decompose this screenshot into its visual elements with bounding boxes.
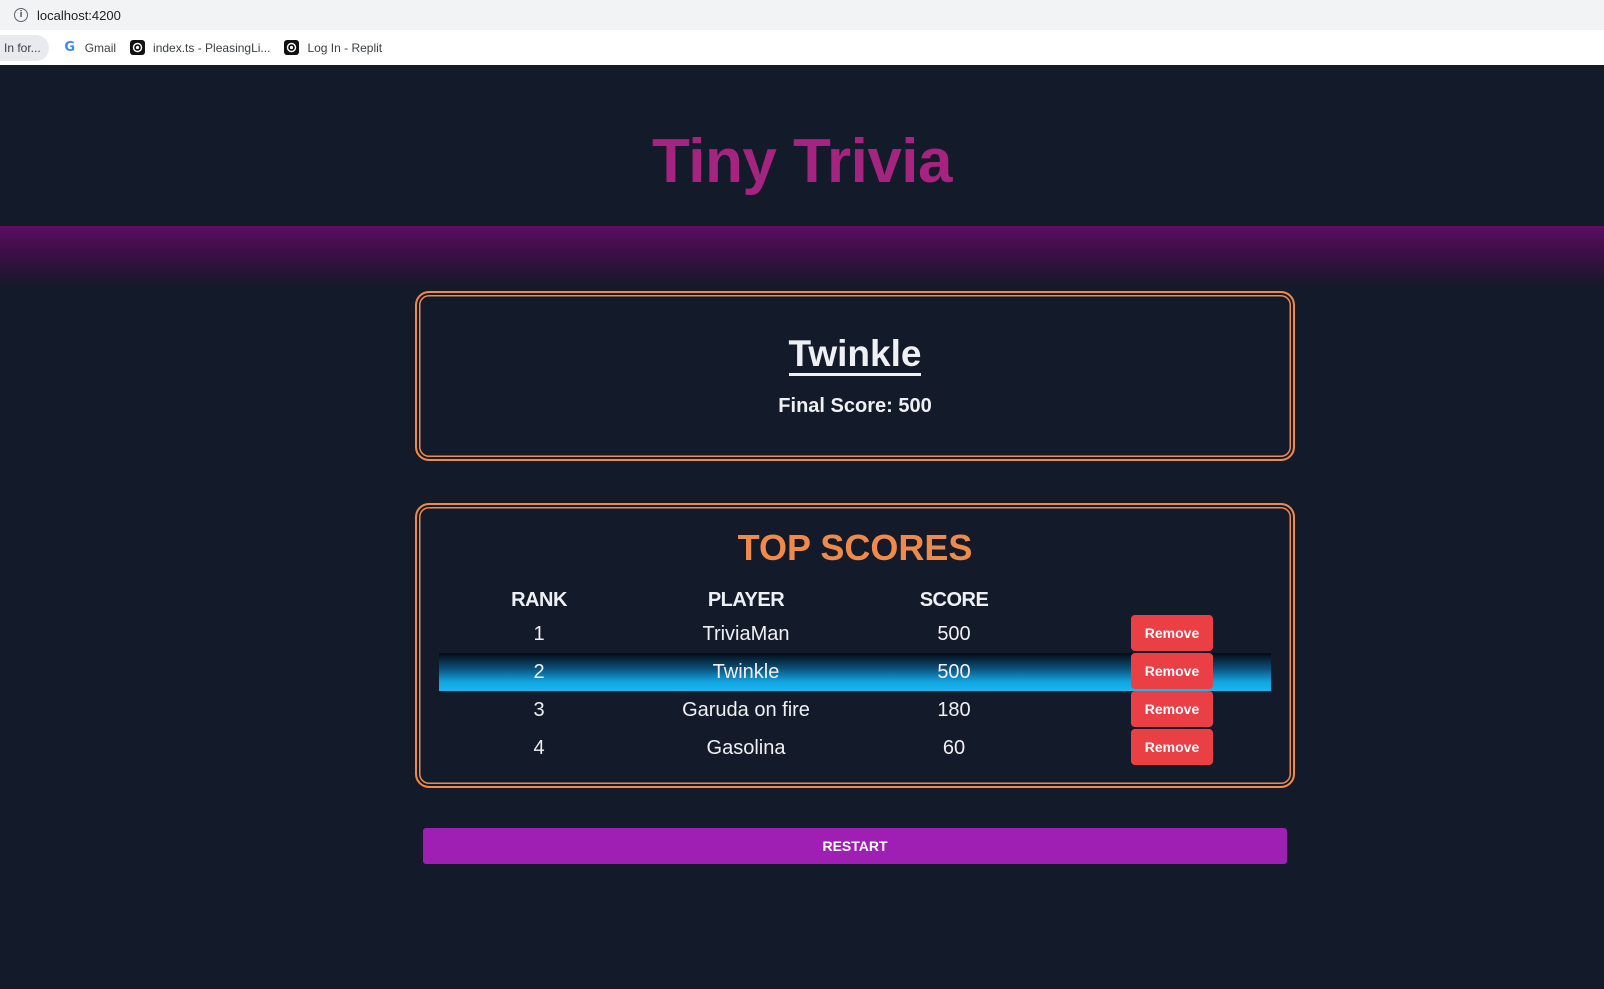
bookmark-label: In for... bbox=[4, 40, 41, 55]
bookmark-item[interactable]: In for... bbox=[0, 34, 49, 61]
bookmarks-bar: In for... G Gmail index.ts - PleasingLi.… bbox=[0, 30, 1604, 65]
column-header-player: PLAYER bbox=[707, 589, 785, 611]
remove-button[interactable]: Remove bbox=[1131, 615, 1213, 651]
score-row: 4 Gasolina 60 Remove bbox=[439, 729, 1271, 767]
app-title: Tiny Trivia bbox=[651, 127, 953, 196]
final-score: Final Score: 500 bbox=[778, 395, 932, 417]
remove-button[interactable]: Remove bbox=[1131, 691, 1213, 727]
player-cell: Gasolina bbox=[706, 737, 786, 759]
bookmark-label: Gmail bbox=[84, 40, 117, 55]
google-icon: G bbox=[64, 40, 76, 55]
url-text[interactable]: localhost:4200 bbox=[37, 8, 121, 23]
player-name-text: Twinkle bbox=[788, 333, 922, 376]
player-cell: TriviaMan bbox=[702, 623, 790, 645]
score-cell: 500 bbox=[937, 661, 971, 683]
player-cell: Twinkle bbox=[712, 661, 780, 683]
player-result-card: Twinkle Final Score: 500 bbox=[415, 291, 1295, 461]
rank-cell: 4 bbox=[533, 737, 545, 759]
address-bar[interactable]: i localhost:4200 bbox=[0, 0, 1604, 30]
score-cell: 60 bbox=[942, 737, 966, 759]
player-name: Twinkle bbox=[417, 333, 1293, 376]
restart-button[interactable]: RESTART bbox=[423, 828, 1287, 864]
bookmark-gmail[interactable]: G Gmail bbox=[63, 40, 117, 55]
score-row: 3 Garuda on fire 180 Remove bbox=[439, 691, 1271, 729]
remove-button[interactable]: Remove bbox=[1131, 729, 1213, 765]
bookmark-label: Log In - Replit bbox=[307, 40, 383, 55]
score-cell: 180 bbox=[937, 699, 971, 721]
rank-cell: 1 bbox=[533, 623, 545, 645]
bookmark-index-ts[interactable]: index.ts - PleasingLi... bbox=[130, 40, 270, 55]
score-row-current-player: 2 Twinkle 500 Remove bbox=[439, 653, 1271, 691]
player-cell: Garuda on fire bbox=[682, 699, 810, 721]
top-scores-card: TOP SCORES RANK PLAYER SCORE 1 TriviaMan… bbox=[415, 503, 1295, 788]
rank-cell: 2 bbox=[533, 661, 545, 683]
bookmark-label: index.ts - PleasingLi... bbox=[153, 40, 271, 55]
column-header-rank: RANK bbox=[511, 589, 567, 611]
bookmark-replit-login[interactable]: Log In - Replit bbox=[284, 40, 382, 55]
column-header-score: SCORE bbox=[919, 589, 989, 611]
top-scores-title: TOP SCORES bbox=[737, 527, 973, 568]
replit-icon bbox=[130, 40, 146, 55]
remove-button[interactable]: Remove bbox=[1131, 653, 1213, 689]
score-cell: 500 bbox=[937, 623, 971, 645]
rank-cell: 3 bbox=[533, 699, 545, 721]
info-icon[interactable]: i bbox=[14, 8, 28, 22]
replit-icon bbox=[284, 40, 300, 55]
header-glow-band bbox=[0, 226, 1604, 288]
score-row: 1 TriviaMan 500 Remove bbox=[439, 615, 1271, 653]
